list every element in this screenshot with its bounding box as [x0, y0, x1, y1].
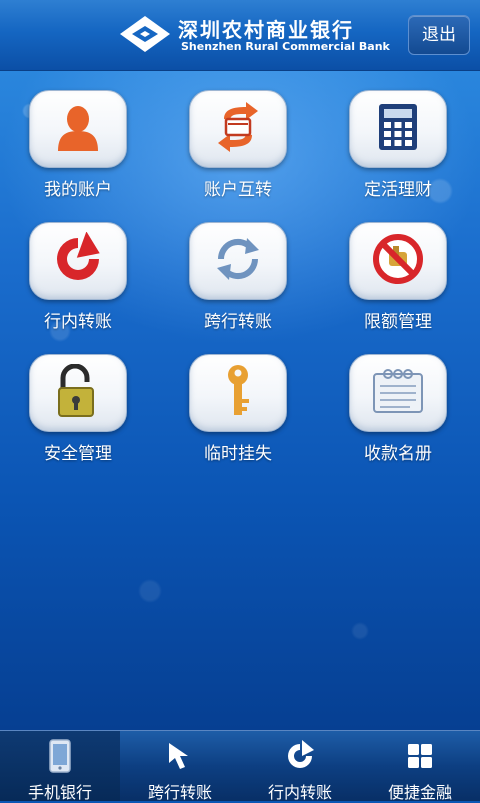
menu-tile-label: 限额管理 [364, 312, 432, 332]
menu-tile-button[interactable] [29, 222, 127, 300]
menu-tile-label: 我的账户 [44, 180, 112, 200]
menu-tile-label: 行内转账 [44, 312, 112, 332]
menu-tile-button[interactable] [349, 354, 447, 432]
transfer-icon [210, 101, 266, 157]
menu-tile-label: 定活理财 [364, 180, 432, 200]
refresh-icon [211, 232, 265, 290]
phone-icon [0, 739, 120, 773]
tab-label: 行内转账 [267, 783, 332, 802]
menu-tile-intra-transfer[interactable]: 行内转账 [18, 222, 138, 332]
grid-icon [360, 739, 480, 773]
menu-tile-my-account[interactable]: 我的账户 [18, 90, 138, 200]
bank-logo-icon [118, 14, 172, 58]
menu-tile-temp-loss-report[interactable]: 临时挂失 [178, 354, 298, 464]
menu-tile-button[interactable] [349, 222, 447, 300]
menu-tile-button[interactable] [189, 90, 287, 168]
menu-tile-label: 安全管理 [44, 444, 112, 464]
menu-tile-inter-transfer[interactable]: 跨行转账 [178, 222, 298, 332]
menu-grid: 我的账户 账户互转 定活理财 行内转账 跨行转账 限额管理 安全管理 临时挂失 … [0, 71, 480, 730]
logout-button[interactable]: 退出 [408, 15, 470, 55]
notebook-icon [370, 366, 426, 420]
menu-tile-label: 收款名册 [364, 444, 432, 464]
menu-tile-button[interactable] [349, 90, 447, 168]
tab-inter-transfer[interactable]: 跨行转账 [120, 731, 240, 802]
menu-tile-account-transfer[interactable]: 账户互转 [178, 90, 298, 200]
menu-tile-button[interactable] [189, 222, 287, 300]
bank-name-en: Shenzhen Rural Commercial Bank [181, 40, 390, 53]
bank-name-cn: 深圳农村商业银行 [178, 18, 354, 42]
calculator-icon [376, 102, 420, 156]
tab-label: 手机银行 [27, 783, 92, 802]
user-icon [52, 101, 104, 157]
menu-tile-deposit-finance[interactable]: 定活理财 [338, 90, 458, 200]
menu-tile-payee-list[interactable]: 收款名册 [338, 354, 458, 464]
tab-convenient-finance[interactable]: 便捷金融 [360, 731, 480, 802]
tab-label: 跨行转账 [147, 783, 212, 802]
menu-tile-label: 账户互转 [204, 180, 272, 200]
tab-intra-transfer[interactable]: 行内转账 [240, 731, 360, 802]
menu-tile-label: 跨行转账 [204, 312, 272, 332]
menu-tile-limit-management[interactable]: 限额管理 [338, 222, 458, 332]
red-arrow-icon [51, 231, 105, 290]
menu-tile-security[interactable]: 安全管理 [18, 354, 138, 464]
app-header: 深圳农村商业银行 Shenzhen Rural Commercial Bank … [0, 0, 480, 71]
menu-tile-label: 临时挂失 [204, 444, 272, 464]
key-icon [218, 363, 258, 423]
bottom-tab-bar: 手机银行 跨行转账 行内转账 便捷金融 [0, 730, 480, 802]
circular-arrow-icon [240, 739, 360, 773]
menu-tile-button[interactable] [29, 354, 127, 432]
tab-mobile-banking[interactable]: 手机银行 [0, 731, 120, 802]
no-icon [371, 232, 425, 290]
lock-icon [53, 363, 103, 422]
tab-label: 便捷金融 [387, 783, 452, 802]
cursor-arrow-icon [120, 739, 240, 773]
menu-tile-button[interactable] [29, 90, 127, 168]
menu-tile-button[interactable] [189, 354, 287, 432]
